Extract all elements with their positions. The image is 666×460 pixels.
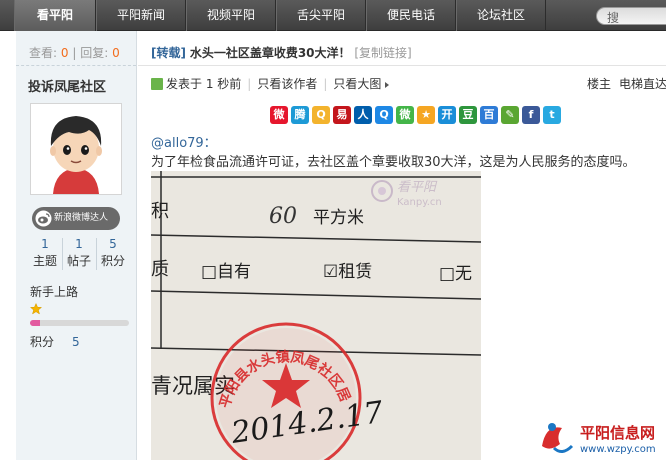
option-own: □自有: [201, 262, 251, 282]
views-label: 查看:: [29, 46, 58, 60]
qq-icon[interactable]: Q: [375, 106, 393, 124]
author-name[interactable]: 投诉凤尾社区: [28, 76, 106, 95]
renren-icon[interactable]: 人: [354, 106, 372, 124]
post-content: [转载] 水头一社区盖章收费30大洋！ [复制链接] 发表于 1 秒前 | 只看该作…: [138, 31, 666, 460]
nav-tab-phone[interactable]: 便民电话: [366, 0, 456, 31]
author-sidebar: 查看: 0 | 回复: 0 投诉凤尾社区 新浪微博达人 1 主题 1 帖子 5 …: [16, 31, 137, 460]
only-author-link[interactable]: 只看该作者: [257, 77, 317, 91]
points-row: 积分 5: [30, 333, 80, 350]
option-rent: ☑租赁: [323, 262, 372, 282]
divider: [138, 65, 666, 66]
count-topics[interactable]: 1 主题: [28, 236, 62, 270]
search-input[interactable]: 搜: [596, 7, 666, 25]
nav-tab-video[interactable]: 视频平阳: [186, 0, 276, 31]
arrow-right-icon: [385, 82, 390, 88]
site-watermark-logo: 平阳信息网 www.wzpy.com: [536, 416, 666, 460]
divider: [16, 65, 136, 66]
stats-separator: |: [72, 46, 77, 60]
count-points-value: 5: [109, 237, 117, 251]
replies-count: 0: [112, 46, 120, 60]
pyinfo-logo: 平阳信息网 www.wzpy.com: [542, 423, 656, 455]
count-points-label: 积分: [100, 254, 125, 268]
qzone-icon[interactable]: Q: [312, 106, 330, 124]
repost-tag[interactable]: [转载]: [151, 46, 186, 60]
star-icon: [30, 303, 42, 315]
facebook-icon[interactable]: f: [522, 106, 540, 124]
post-meta: 发表于 1 秒前 | 只看该作者 | 只看大图: [151, 75, 390, 92]
edit-icon[interactable]: ✎: [501, 106, 519, 124]
nav-tab-news[interactable]: 平阳新闻: [96, 0, 186, 31]
thread-title: [转载] 水头一社区盖章收费30大洋！ [复制链接]: [151, 44, 412, 61]
left-char-2: 质: [151, 259, 169, 280]
user-level[interactable]: 新手上路: [30, 283, 78, 300]
area-number: 60: [269, 204, 297, 229]
mention-link[interactable]: @allo79：: [151, 132, 217, 151]
nav-tab-kanpingyang[interactable]: 看平阳: [14, 0, 96, 31]
points-value: 5: [72, 335, 80, 349]
nav-tab-forum[interactable]: 论坛社区: [456, 0, 546, 31]
document-photo: 积 质 60 平方米 □自有 ☑租赁 □无 看平阳 Kanpy.cn 青况属实: [151, 171, 481, 460]
thread-stats: 查看: 0 | 回复: 0: [29, 44, 120, 61]
site-url: www.wzpy.com: [580, 444, 656, 455]
tencent-weibo-icon[interactable]: 腾: [291, 106, 309, 124]
meta-separator: |: [323, 77, 328, 91]
views-count: 0: [60, 46, 69, 60]
floor-info: 楼主 电梯直达: [587, 75, 666, 92]
weibo-badge[interactable]: 新浪微博达人: [32, 207, 120, 230]
copy-link-button[interactable]: [复制链接]: [354, 46, 411, 60]
points-label: 积分: [30, 335, 55, 349]
share-icons: 微腾 Q 易人 Q 微 ★ 开豆百 ✎ f t: [270, 106, 564, 126]
level-progress-bar: [30, 320, 129, 326]
watermark-domain: Kanpy.cn: [397, 197, 442, 208]
site-name: 平阳信息网: [580, 424, 655, 442]
author-counts: 1 主题 1 帖子 5 积分: [28, 236, 130, 272]
post-icon: [151, 78, 163, 90]
avatar-image: [31, 104, 121, 194]
sina-weibo-icon[interactable]: 微: [270, 106, 288, 124]
post-image[interactable]: 积 质 60 平方米 □自有 ☑租赁 □无 看平阳 Kanpy.cn 青况属实: [151, 171, 481, 460]
count-posts-value: 1: [75, 237, 83, 251]
weibo-icon: [35, 210, 52, 227]
count-topics-label: 主题: [32, 254, 57, 268]
twitter-icon[interactable]: t: [543, 106, 561, 124]
elevator-link[interactable]: 电梯直达: [619, 77, 666, 91]
wechat-icon[interactable]: 微: [396, 106, 414, 124]
meta-separator: |: [247, 77, 252, 91]
baidu-icon[interactable]: 百: [480, 106, 498, 124]
area-unit: 平方米: [313, 208, 364, 228]
favorite-icon[interactable]: ★: [417, 106, 435, 124]
floor-label: 楼主: [587, 77, 612, 91]
option-none: □无: [439, 264, 472, 284]
watermark-title: 看平阳: [397, 180, 438, 195]
replies-label: 回复:: [80, 46, 109, 60]
douban-icon[interactable]: 豆: [459, 106, 477, 124]
avatar[interactable]: [30, 103, 122, 195]
weibo-badge-label: 新浪微博达人: [54, 213, 109, 223]
kaixin-icon[interactable]: 开: [438, 106, 456, 124]
search-placeholder: 搜: [607, 11, 620, 25]
post-body: 为了年检食品流通许可证，去社区盖个章要收取30大洋，这是为人民服务的态度吗。: [151, 155, 636, 170]
level-progress-fill: [30, 320, 40, 326]
post-title: 水头一社区盖章收费30大洋！: [189, 46, 351, 60]
top-nav: 看平阳 平阳新闻 视频平阳 舌尖平阳 便民电话 论坛社区 搜: [0, 0, 666, 31]
posted-time: 发表于 1 秒前: [166, 77, 242, 91]
nav-tab-food[interactable]: 舌尖平阳: [276, 0, 366, 31]
netease-icon[interactable]: 易: [333, 106, 351, 124]
count-topics-value: 1: [41, 237, 49, 251]
count-posts[interactable]: 1 帖子: [62, 236, 96, 270]
left-char-1: 积: [151, 201, 169, 222]
large-images-link[interactable]: 只看大图: [333, 77, 381, 91]
count-points[interactable]: 5 积分: [96, 236, 130, 270]
count-posts-label: 帖子: [66, 254, 91, 268]
